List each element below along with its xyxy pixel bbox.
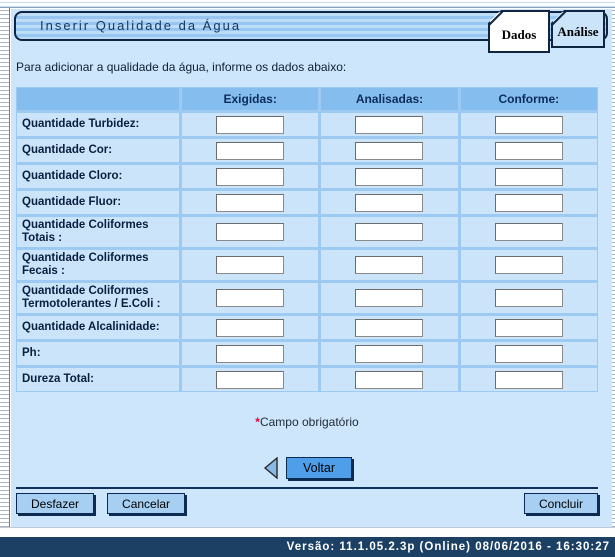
input-exigidas-row7[interactable] xyxy=(216,289,284,307)
table-cell-conforme xyxy=(461,283,597,313)
input-conforme-row5[interactable] xyxy=(495,223,563,241)
input-analisadas-row8[interactable] xyxy=(355,319,423,337)
input-conforme-row8[interactable] xyxy=(495,319,563,337)
content-area: Inserir Qualidade da Água Dados Análise … xyxy=(11,9,612,527)
table-cell-conforme xyxy=(461,113,597,136)
divider-line xyxy=(16,487,598,489)
column-header-analisadas: Analisadas: xyxy=(321,88,457,110)
window-bottom-frame xyxy=(0,527,615,537)
version-statusbar: Versão: 11.1.05.2.3p (Online) 08/06/2016… xyxy=(0,537,615,557)
table-cell-analisadas xyxy=(321,165,457,188)
input-conforme-row9[interactable] xyxy=(495,345,563,363)
input-exigidas-row1[interactable] xyxy=(216,116,284,134)
table-cell-exigidas xyxy=(182,113,318,136)
table-cell-conforme xyxy=(461,250,597,280)
table-cell-analisadas xyxy=(321,217,457,247)
table-cell-conforme xyxy=(461,191,597,214)
table-cell-analisadas xyxy=(321,191,457,214)
input-analisadas-row4[interactable] xyxy=(355,194,423,212)
column-header-empty xyxy=(17,88,179,110)
tab-analise-label: Análise xyxy=(557,24,598,39)
table-cell-exigidas xyxy=(182,368,318,391)
table-cell-analisadas xyxy=(321,342,457,365)
window-top-frame xyxy=(0,0,615,8)
column-header-exigidas: Exigidas: xyxy=(182,88,318,110)
table-cell-conforme xyxy=(461,217,597,247)
input-analisadas-row7[interactable] xyxy=(355,289,423,307)
table-cell-analisadas xyxy=(321,139,457,162)
table-cell-conforme xyxy=(461,368,597,391)
row-label: Quantidade Coliformes Fecais : xyxy=(17,250,179,280)
table-cell-conforme xyxy=(461,139,597,162)
row-label: Quantidade Fluor: xyxy=(17,191,179,214)
table-cell-exigidas xyxy=(182,217,318,247)
input-exigidas-row6[interactable] xyxy=(216,256,284,274)
table-cell-exigidas xyxy=(182,283,318,313)
input-exigidas-row8[interactable] xyxy=(216,319,284,337)
tab-dados-label: Dados xyxy=(502,27,537,42)
row-label: Quantidade Coliformes Totais : xyxy=(17,217,179,247)
required-note-text: Campo obrigatório xyxy=(260,415,359,429)
input-analisadas-row9[interactable] xyxy=(355,345,423,363)
version-text: Versão: 11.1.05.2.3p (Online) 08/06/2016… xyxy=(287,541,610,553)
table-cell-conforme xyxy=(461,342,597,365)
input-analisadas-row5[interactable] xyxy=(355,223,423,241)
table-cell-exigidas xyxy=(182,191,318,214)
input-conforme-row2[interactable] xyxy=(495,142,563,160)
cancelar-button[interactable]: Cancelar xyxy=(107,493,185,514)
table-cell-exigidas xyxy=(182,316,318,339)
row-label: Quantidade Cor: xyxy=(17,139,179,162)
table-cell-exigidas xyxy=(182,139,318,162)
app-window: Inserir Qualidade da Água Dados Análise … xyxy=(0,0,615,557)
table-cell-analisadas xyxy=(321,283,457,313)
input-analisadas-row6[interactable] xyxy=(355,256,423,274)
input-analisadas-row2[interactable] xyxy=(355,142,423,160)
column-header-conforme: Conforme: xyxy=(461,88,597,110)
water-quality-table: Exigidas: Analisadas: Conforme: Quantida… xyxy=(16,87,598,392)
desfazer-button[interactable]: Desfazer xyxy=(16,493,94,514)
table-cell-exigidas xyxy=(182,342,318,365)
table-cell-conforme xyxy=(461,316,597,339)
input-exigidas-row5[interactable] xyxy=(216,223,284,241)
voltar-button[interactable]: Voltar xyxy=(286,457,352,479)
input-exigidas-row2[interactable] xyxy=(216,142,284,160)
row-label: Quantidade Turbidez: xyxy=(17,113,179,136)
tab-dados[interactable]: Dados xyxy=(488,10,550,53)
input-conforme-row10[interactable] xyxy=(495,371,563,389)
instruction-text: Para adicionar a qualidade da água, info… xyxy=(16,60,346,74)
row-label: Quantidade Coliformes Termotolerantes / … xyxy=(17,283,179,313)
input-exigidas-row3[interactable] xyxy=(216,168,284,186)
required-note: *Campo obrigatório xyxy=(11,415,603,429)
window-left-frame xyxy=(0,8,10,527)
input-conforme-row1[interactable] xyxy=(495,116,563,134)
voltar-row: Voltar xyxy=(11,457,603,479)
input-conforme-row3[interactable] xyxy=(495,168,563,186)
table-cell-conforme xyxy=(461,165,597,188)
row-label: Quantidade Alcalinidade: xyxy=(17,316,179,339)
input-conforme-row4[interactable] xyxy=(495,194,563,212)
action-buttons: Desfazer Cancelar Concluir xyxy=(16,493,598,514)
table-cell-analisadas xyxy=(321,250,457,280)
input-exigidas-row9[interactable] xyxy=(216,345,284,363)
back-arrow-icon[interactable] xyxy=(262,457,279,479)
input-conforme-row7[interactable] xyxy=(495,289,563,307)
row-label: Dureza Total: xyxy=(17,368,179,391)
table-cell-exigidas xyxy=(182,165,318,188)
row-label: Ph: xyxy=(17,342,179,365)
table-cell-exigidas xyxy=(182,250,318,280)
input-exigidas-row10[interactable] xyxy=(216,371,284,389)
concluir-button[interactable]: Concluir xyxy=(524,493,598,514)
row-label: Quantidade Cloro: xyxy=(17,165,179,188)
table-cell-analisadas xyxy=(321,368,457,391)
input-analisadas-row3[interactable] xyxy=(355,168,423,186)
table-cell-analisadas xyxy=(321,113,457,136)
input-analisadas-row10[interactable] xyxy=(355,371,423,389)
input-conforme-row6[interactable] xyxy=(495,256,563,274)
input-exigidas-row4[interactable] xyxy=(216,194,284,212)
tab-analise[interactable]: Análise xyxy=(551,10,605,48)
input-analisadas-row1[interactable] xyxy=(355,116,423,134)
table-cell-analisadas xyxy=(321,316,457,339)
